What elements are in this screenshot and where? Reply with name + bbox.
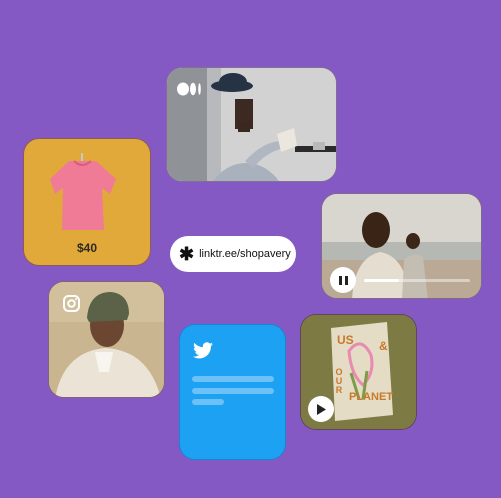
product-card[interactable]: $40	[23, 138, 151, 266]
book-cover-word: OUR	[334, 367, 344, 394]
video-progress-bar[interactable]	[364, 279, 470, 282]
tweet-text-line	[192, 376, 274, 382]
medium-logo-icon	[177, 82, 203, 96]
video-card[interactable]	[321, 193, 482, 299]
instagram-card[interactable]	[48, 281, 165, 398]
book-cover-word: US	[337, 333, 354, 347]
pause-button[interactable]	[330, 267, 356, 293]
video-progress-fill	[364, 279, 399, 282]
pause-icon	[338, 275, 348, 285]
product-price: $40	[76, 241, 98, 255]
medium-card[interactable]	[166, 67, 337, 182]
book-cover-word: PLANET	[349, 391, 393, 403]
twitter-bird-icon	[193, 342, 213, 359]
tweet-text-line	[192, 388, 274, 394]
twitter-card[interactable]	[179, 324, 286, 460]
play-button[interactable]	[308, 396, 334, 422]
instagram-icon	[63, 295, 80, 312]
play-icon	[317, 403, 326, 415]
profile-link-url: linktr.ee/shopavery	[199, 248, 291, 260]
linktree-asterisk-icon: ✱	[179, 244, 195, 264]
book-cover-word: &	[379, 339, 388, 353]
profile-link-pill[interactable]: ✱ linktr.ee/shopavery	[170, 236, 296, 272]
book-card[interactable]: US & OUR PLANET	[300, 314, 417, 430]
tweet-text-line	[192, 399, 224, 405]
